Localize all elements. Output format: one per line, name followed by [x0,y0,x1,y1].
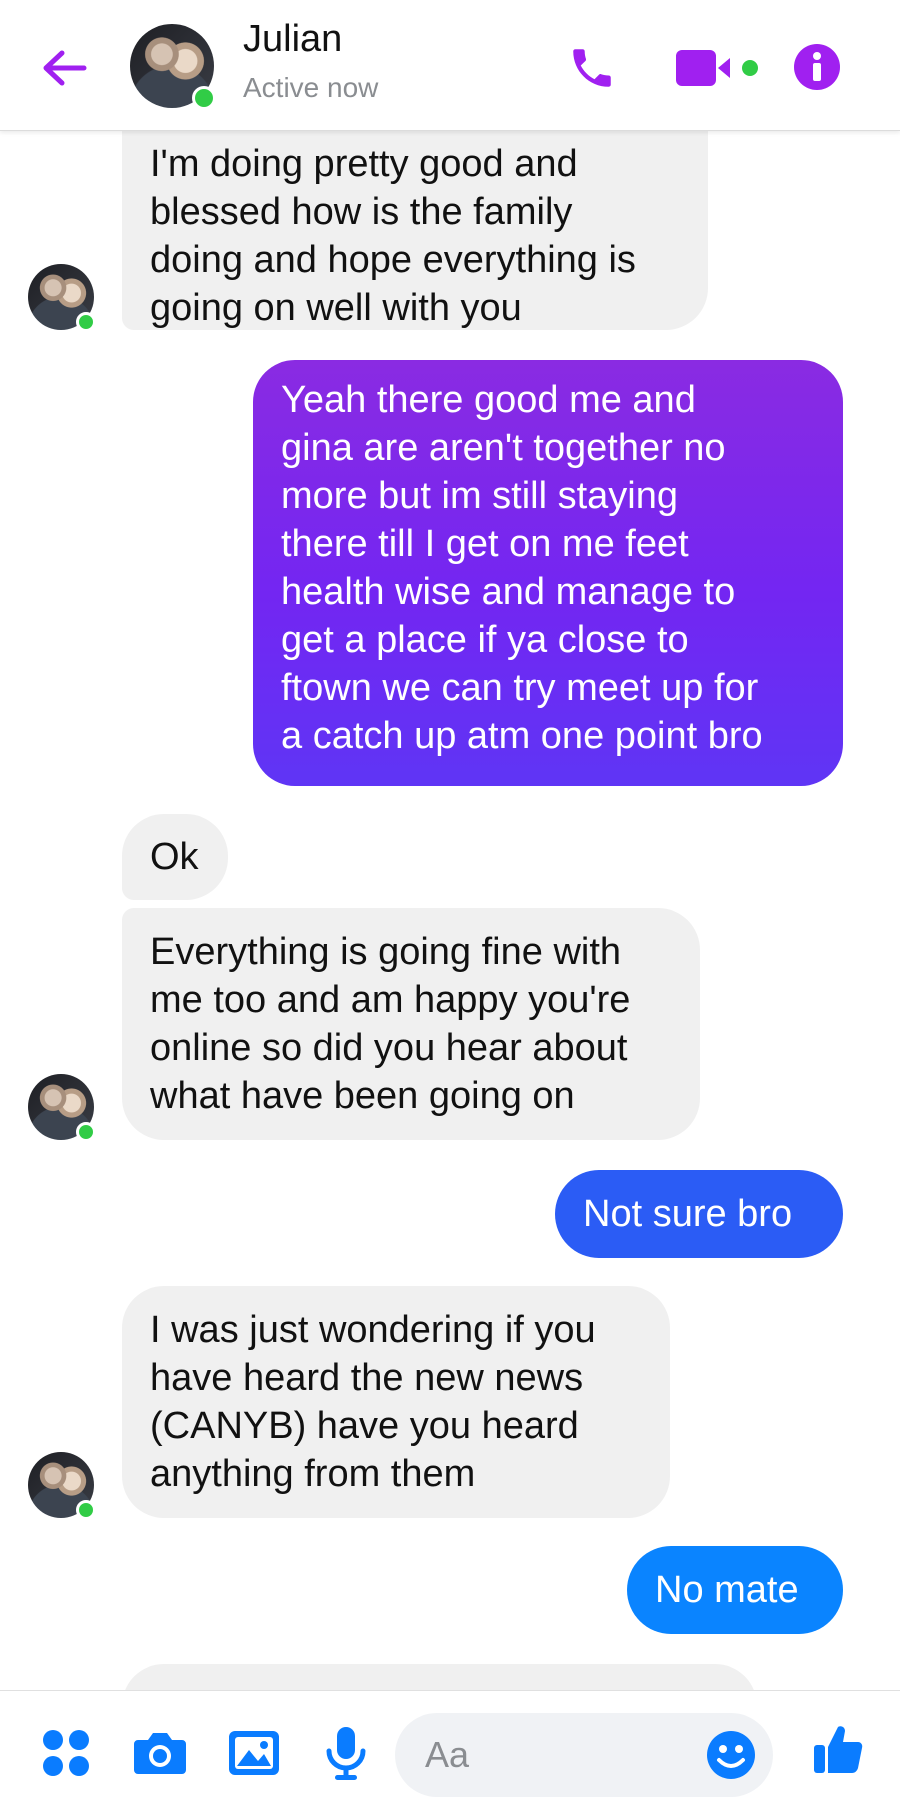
online-indicator [192,86,216,110]
send-like-button[interactable] [806,1717,870,1781]
voice-call-button[interactable] [562,38,622,98]
video-camera-icon [676,50,758,86]
chat-header: Julian Active now [0,0,900,131]
video-call-button[interactable] [672,40,762,96]
emoji-icon [707,1731,755,1779]
active-status: Active now [243,72,379,103]
thumbs-up-icon [814,1726,863,1773]
sender-avatar [28,264,96,332]
message-bubble-sent[interactable]: No mate [627,1546,843,1634]
message-input[interactable] [423,1731,687,1779]
info-icon [794,44,840,90]
message-bubble-received[interactable]: I'm doing pretty good and blessed how is… [122,130,708,330]
message-input-container[interactable] [395,1713,773,1797]
apps-icon [43,1730,89,1776]
gallery-button[interactable] [222,1721,286,1785]
contact-name[interactable]: Julian [243,18,342,61]
message-bubble-partial [122,1664,757,1690]
message-bubble-received[interactable]: Ok [122,814,228,900]
message-bubble-received[interactable]: I was just wondering if you have heard t… [122,1286,670,1518]
camera-button[interactable] [128,1721,192,1785]
sender-avatar [28,1074,96,1142]
camera-icon [134,1733,186,1774]
phone-icon [573,49,611,87]
voice-clip-button[interactable] [314,1721,378,1785]
more-actions-button[interactable] [34,1721,98,1785]
microphone-icon [326,1727,366,1780]
composer-bar [0,1690,900,1815]
message-bubble-sent[interactable]: Not sure bro [555,1170,843,1258]
message-bubble-sent[interactable]: Yeah there good me and gina are aren't t… [253,360,843,786]
gallery-icon [229,1731,279,1775]
sender-avatar [28,1452,96,1520]
message-bubble-received[interactable]: Everything is going fine with me too and… [122,908,700,1140]
back-button[interactable] [36,40,92,96]
emoji-button[interactable] [703,1727,759,1783]
back-arrow-icon [43,50,87,86]
message-list[interactable]: I'm doing pretty good and blessed how is… [0,130,900,1690]
conversation-info-button[interactable] [790,40,844,94]
contact-avatar[interactable] [130,24,216,110]
